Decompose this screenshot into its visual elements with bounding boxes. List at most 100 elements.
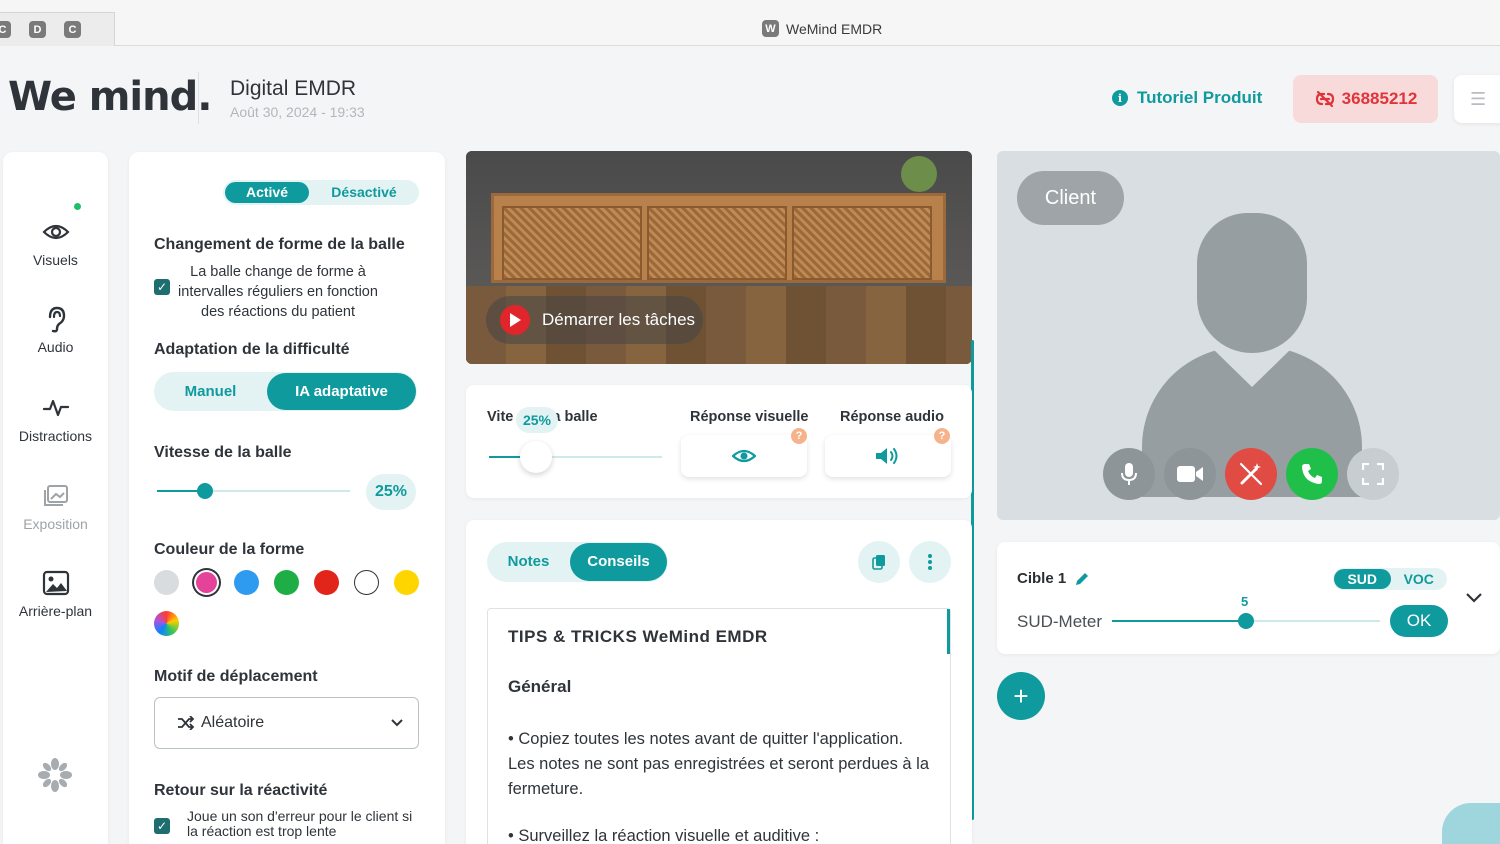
nav-item-arriere-plan[interactable]: Arrière-plan (3, 569, 108, 619)
hamburger-icon: ☰ (1470, 88, 1487, 109)
camera-button[interactable] (1164, 448, 1216, 500)
tab-chip-c[interactable]: C (0, 21, 11, 38)
add-target-button[interactable]: + (997, 672, 1045, 720)
expand-chevron-icon[interactable] (1464, 590, 1484, 606)
audio-help-icon[interactable]: ? (934, 428, 950, 444)
copy-icon (872, 555, 885, 570)
shape-change-title: Changement de forme de la balle (154, 236, 405, 253)
play-icon (500, 305, 530, 335)
toggle-voc[interactable]: VOC (1391, 569, 1448, 589)
speed-slider-knob[interactable] (197, 483, 213, 499)
tutorial-label: Tutoriel Produit (1137, 88, 1263, 107)
speaker-icon (876, 448, 898, 464)
session-code-button[interactable]: 36885212 (1293, 75, 1438, 123)
nav-item-exposition[interactable]: Exposition (3, 482, 108, 532)
motion-title: Motif de déplacement (154, 668, 318, 685)
toggle-inactive[interactable]: Désactivé (309, 182, 419, 203)
left-nav: Visuels Audio Distractions Exposition Ar… (3, 152, 108, 844)
kebab-icon (928, 554, 932, 570)
rainbow-swatch[interactable] (154, 611, 179, 636)
enable-toggle[interactable]: Activé Désactivé (223, 180, 419, 205)
shape-change-description: La balle change de forme à intervalles r… (167, 262, 389, 322)
tips-subheading: Général (508, 677, 572, 696)
background-video-preview: Démarrer les tâches (466, 151, 972, 364)
active-indicator (74, 203, 81, 210)
color-swatch[interactable] (196, 572, 217, 593)
call-button[interactable] (1286, 448, 1338, 500)
pulse-icon (42, 399, 69, 417)
nav-item-audio[interactable]: Audio (3, 305, 108, 355)
feedback-title: Retour sur la réactivité (154, 782, 328, 799)
nav-label-arriere-plan: Arrière-plan (18, 603, 93, 619)
tab-conseils[interactable]: Conseils (570, 543, 667, 581)
difficulty-title: Adaptation de la difficulté (154, 341, 350, 358)
shape-change-desc-line-3: des réactions du patient (201, 304, 355, 320)
session-title: Digital EMDR (230, 77, 357, 100)
nav-item-visuels[interactable]: Visuels (3, 218, 108, 268)
audio-response-button[interactable] (825, 435, 951, 477)
eye-icon (41, 224, 70, 240)
notes-scrollbar[interactable] (947, 609, 950, 654)
sud-meter-value: 5 (1241, 594, 1249, 609)
motion-select[interactable]: Aléatoire (154, 697, 419, 749)
sud-meter-fill (1112, 620, 1246, 622)
tips-paragraph-1: • Copiez toutes les notes avant de quitt… (508, 730, 930, 798)
visual-help-icon[interactable]: ? (791, 428, 807, 444)
sud-meter-knob[interactable] (1238, 613, 1254, 629)
more-options-button[interactable] (909, 541, 951, 583)
color-swatch[interactable] (314, 570, 339, 595)
sud-voc-toggle[interactable]: SUD VOC (1333, 568, 1447, 590)
visual-response-button[interactable] (681, 435, 807, 477)
ball-speed-slider-knob[interactable] (520, 441, 552, 473)
session-date: Août 30, 2024 - 19:33 (230, 104, 365, 120)
app-logo-icon: W (762, 20, 779, 37)
color-swatch[interactable] (354, 570, 379, 595)
header-divider (198, 72, 199, 124)
sud-meter-label: SUD-Meter (1017, 612, 1103, 631)
toggle-sud[interactable]: SUD (1334, 569, 1391, 589)
color-swatch[interactable] (154, 570, 179, 595)
shuffle-icon (178, 716, 195, 730)
unlink-icon (1315, 90, 1334, 108)
difficulty-ai[interactable]: IA adaptative (267, 373, 416, 410)
color-swatch[interactable] (274, 570, 299, 595)
image-icon (42, 570, 69, 596)
wemind-logo: We mind. (8, 74, 212, 120)
difficulty-manual[interactable]: Manuel (154, 373, 267, 410)
speed-value-badge: 25% (366, 474, 416, 510)
menu-button[interactable]: ☰ (1454, 75, 1500, 123)
tab-notes[interactable]: Notes (487, 543, 570, 581)
window-title-text: WeMind EMDR (786, 20, 883, 37)
copy-button[interactable] (858, 541, 900, 583)
start-tasks-button[interactable]: Démarrer les tâches (486, 296, 703, 344)
response-controls-card: Vite la balle 25% Réponse visuelle ? Répo… (466, 385, 972, 498)
nav-item-distractions[interactable]: Distractions (3, 394, 108, 444)
pencil-icon[interactable] (1074, 571, 1090, 587)
avatar-head (1197, 213, 1307, 353)
tips-paragraph-2: • Surveillez la réaction visuelle et aud… (508, 827, 820, 844)
tab-chip-c2[interactable]: C (64, 21, 81, 38)
client-label: Client (1017, 171, 1124, 225)
visual-response-label: Réponse visuelle (690, 409, 809, 425)
color-swatch[interactable] (234, 570, 259, 595)
feedback-checkbox[interactable]: ✓ (154, 818, 170, 834)
fullscreen-icon (1362, 463, 1384, 485)
color-swatch[interactable] (394, 570, 419, 595)
sud-ok-button[interactable]: OK (1390, 605, 1448, 637)
effects-button[interactable] (1225, 448, 1277, 500)
difficulty-segmented[interactable]: Manuel IA adaptative (154, 372, 417, 411)
window-titlebar: C D C W WeMind EMDR (0, 0, 1500, 46)
tab-chip-d[interactable]: D (29, 21, 46, 38)
ball-speed-label: Vite la balle (487, 409, 637, 425)
fullscreen-button[interactable] (1347, 448, 1399, 500)
tutorial-link[interactable]: i Tutoriel Produit (1112, 88, 1262, 108)
shape-change-desc-line-2: intervalles réguliers en fonction (178, 284, 378, 300)
gallery-icon (43, 485, 68, 506)
microphone-button[interactable] (1103, 448, 1155, 500)
toggle-active[interactable]: Activé (225, 182, 309, 203)
video-cabinet (491, 193, 946, 283)
ball-speed-tooltip: 25% (516, 407, 558, 433)
notes-card: Notes Conseils TIPS & TRICKS WeMind EMDR… (466, 520, 972, 844)
chat-widget-button[interactable] (1442, 803, 1500, 844)
notes-tabs[interactable]: Notes Conseils (487, 542, 668, 582)
